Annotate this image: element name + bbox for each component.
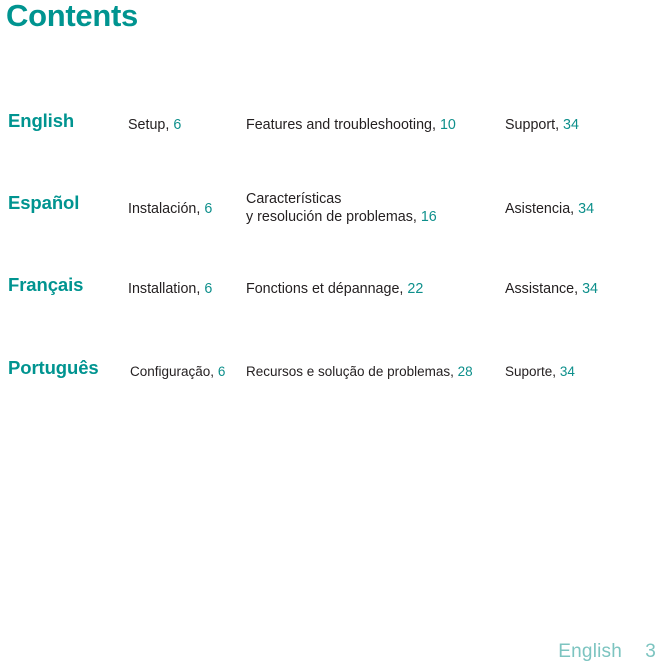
contents-row: Français Installation, 6 Fonctions et dé… xyxy=(0,264,672,346)
toc-entry-features[interactable]: Características y resolución de problema… xyxy=(246,190,496,226)
toc-entry-page-number: 6 xyxy=(173,117,182,133)
footer-page-number: 3 xyxy=(645,641,656,662)
toc-entry-label: Installation, xyxy=(128,281,201,297)
toc-entry-page-number: 22 xyxy=(407,281,424,297)
toc-entry-page-number: 34 xyxy=(559,364,575,379)
toc-entry-page-number: 34 xyxy=(582,281,598,297)
contents-row: Español Instalación, 6 Características y… xyxy=(0,182,672,264)
language-label-portugues: Português xyxy=(8,357,99,378)
toc-entry-label: Assistance, xyxy=(505,281,579,297)
toc-entry-features[interactable]: Fonctions et dépannage, 22 xyxy=(246,280,423,298)
toc-entry-label: Suporte, xyxy=(505,364,557,379)
toc-entry-label: Recursos e solução de problemas, xyxy=(246,364,454,379)
page-footer: English 3 xyxy=(558,641,656,663)
toc-entry-page-number: 6 xyxy=(204,281,213,297)
toc-entry-label-line1: Características xyxy=(246,191,342,207)
toc-entry-features[interactable]: Recursos e solução de problemas, 28 xyxy=(246,363,473,381)
toc-entry-page-number: 34 xyxy=(578,201,595,217)
language-label-francais: Français xyxy=(8,274,84,295)
toc-entry-support[interactable]: Suporte, 34 xyxy=(505,363,575,381)
toc-entry-setup[interactable]: Setup, 6 xyxy=(128,116,181,134)
toc-entry-page-number: 6 xyxy=(217,364,226,379)
toc-entry-page-number: 34 xyxy=(563,117,579,133)
toc-entry-label: Instalación, xyxy=(128,201,201,217)
toc-entry-support[interactable]: Asistencia, 34 xyxy=(505,200,594,218)
toc-entry-setup[interactable]: Instalación, 6 xyxy=(128,200,212,218)
toc-entry-label: Features and troubleshooting, xyxy=(246,117,436,133)
toc-entry-support[interactable]: Support, 34 xyxy=(505,116,579,134)
contents-row: English Setup, 6 Features and troublesho… xyxy=(0,100,672,182)
toc-entry-label: Configuração, xyxy=(130,364,215,379)
language-label-espanol: Español xyxy=(8,192,80,213)
language-label-english: English xyxy=(8,110,75,131)
contents-row: Português Configuração, 6 Recursos e sol… xyxy=(0,347,672,429)
toc-entry-page-number: 16 xyxy=(420,209,437,225)
footer-language: English xyxy=(558,641,622,662)
toc-entry-label: Support, xyxy=(505,117,560,133)
toc-entry-page-number: 28 xyxy=(457,364,473,379)
toc-entry-setup[interactable]: Installation, 6 xyxy=(128,280,212,298)
page-title: Contents xyxy=(6,0,138,33)
toc-entry-page-number: 10 xyxy=(439,117,456,133)
toc-entry-setup[interactable]: Configuração, 6 xyxy=(130,363,225,381)
toc-entry-page-number: 6 xyxy=(204,201,213,217)
toc-entry-label: Setup, xyxy=(128,117,170,133)
toc-entry-label-line2: y resolución de problemas, xyxy=(246,209,417,225)
toc-entry-label: Fonctions et dépannage, xyxy=(246,281,404,297)
toc-entry-features[interactable]: Features and troubleshooting, 10 xyxy=(246,116,456,134)
toc-entry-label: Asistencia, xyxy=(505,201,575,217)
toc-entry-support[interactable]: Assistance, 34 xyxy=(505,280,598,298)
